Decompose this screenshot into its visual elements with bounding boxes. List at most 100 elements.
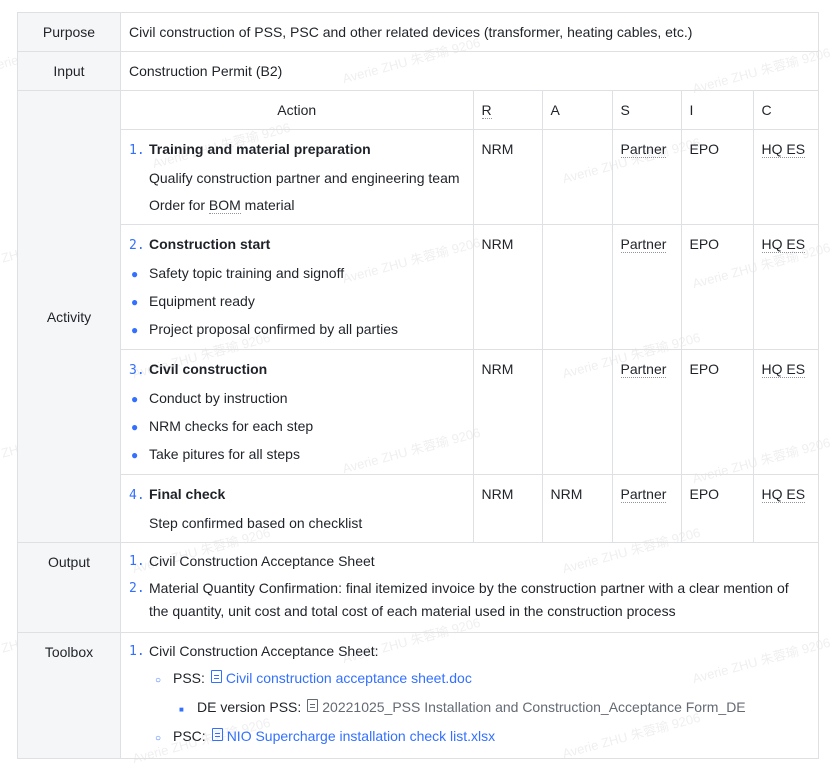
list-item: ● Equipment ready — [129, 292, 465, 311]
list-item: ● Take pitures for all steps — [129, 445, 465, 464]
step-title: Construction start — [149, 236, 271, 252]
bullet-icon: ● — [131, 267, 139, 281]
input-value: Construction Permit (B2) — [129, 63, 283, 79]
bullet-text: Conduct by instruction — [149, 390, 288, 406]
header-c: C — [752, 91, 819, 130]
item-number: 1. — [129, 554, 145, 569]
list-item: 2. Material Quantity Confirmation: final … — [129, 577, 810, 623]
item-number: 1. — [129, 644, 145, 659]
list-item: ● Conduct by instruction — [129, 389, 465, 408]
step-number: 2. — [129, 238, 145, 253]
step-2-r: NRM — [472, 224, 543, 350]
bullet-icon: ● — [131, 448, 139, 462]
partner-text: Partner — [620, 141, 667, 158]
step-1-s: Partner — [611, 129, 682, 225]
bullet-text: Take pitures for all steps — [149, 446, 300, 462]
square-bullet-icon: ■ — [179, 705, 184, 714]
header-r: R — [472, 91, 543, 130]
document-icon — [210, 670, 222, 683]
step-line: Qualify construction partner and enginee… — [149, 170, 460, 186]
hq-es-text: HQ ES — [761, 486, 806, 503]
purpose-value: Civil construction of PSS, PSC and other… — [129, 24, 693, 40]
header-action: Action — [121, 91, 474, 130]
document-icon — [211, 728, 223, 741]
list-item: ■ DE version PSS: 20221025_PSS Installat… — [179, 696, 810, 721]
hq-es-text: HQ ES — [761, 236, 806, 253]
bullet-icon: ● — [131, 323, 139, 337]
toolbox-content: 1. Civil Construction Acceptance Sheet: ○… — [120, 632, 819, 759]
pss-doc-link[interactable]: Civil construction acceptance sheet.doc — [226, 667, 472, 690]
process-table: Purpose Civil construction of PSS, PSC a… — [17, 12, 819, 759]
psc-checklist-link[interactable]: NIO Supercharge installation check list.… — [227, 725, 495, 748]
purpose-label: Purpose — [17, 12, 121, 52]
step-2-s: Partner — [611, 224, 682, 350]
step-4-i: EPO — [680, 474, 754, 542]
step-3-r: NRM — [472, 349, 543, 475]
step-line-text: Order for — [149, 197, 209, 213]
output-row: Output 1. Civil Construction Acceptance S… — [17, 542, 819, 633]
item-text: Material Quantity Confirmation: final it… — [149, 580, 789, 619]
item-text: Civil Construction Acceptance Sheet — [149, 553, 375, 569]
table-row: 4. Final check Step confirmed based on ch… — [121, 474, 819, 542]
table-row: 1. Training and material preparation Qual… — [121, 129, 819, 225]
step-line: Order for BOM material — [129, 196, 465, 214]
bullet-icon: ● — [131, 295, 139, 309]
activity-content: Action R A S I C 1. Training and material… — [120, 90, 819, 543]
de-doc-link[interactable]: 20221025_PSS Installation and Constructi… — [322, 696, 745, 719]
toolbox-row: Toolbox 1. Civil Construction Acceptance … — [17, 632, 819, 759]
step-number: 4. — [129, 488, 145, 503]
step-1-c: HQ ES — [752, 129, 819, 225]
step-3-a — [541, 349, 613, 475]
step-2-action: 2. Construction start ● Safety topic train… — [121, 224, 474, 350]
item-number: 2. — [129, 581, 145, 596]
step-line: Step confirmed based on checklist — [149, 515, 363, 531]
bullet-text: NRM checks for each step — [149, 418, 314, 434]
step-4-a: NRM — [541, 474, 613, 542]
step-1-a — [541, 129, 613, 225]
step-number: 1. — [129, 143, 145, 158]
table-row: 2. Construction start ● Safety topic train… — [121, 224, 819, 350]
raci-header-row: Action R A S I C — [121, 91, 819, 130]
step-4-c: HQ ES — [752, 474, 819, 542]
psc-label: PSC: — [173, 728, 206, 744]
bullet-icon: ● — [131, 392, 139, 406]
list-item: ○ PSC: NIO Supercharge installation chec… — [155, 725, 810, 750]
input-label: Input — [17, 51, 121, 91]
hollow-bullet-icon: ○ — [155, 675, 162, 686]
header-a: A — [541, 91, 613, 130]
step-3-c: HQ ES — [752, 349, 819, 475]
step-4-action: 4. Final check Step confirmed based on ch… — [121, 474, 474, 542]
step-title: Training and material preparation — [149, 141, 371, 157]
output-content: 1. Civil Construction Acceptance Sheet 2.… — [120, 542, 819, 633]
partner-text: Partner — [620, 236, 667, 253]
header-s: S — [611, 91, 682, 130]
header-r-text: R — [481, 102, 492, 119]
step-2-i: EPO — [680, 224, 754, 350]
step-1-r: NRM — [472, 129, 543, 225]
input-text: Construction Permit (B2) — [120, 51, 819, 91]
step-3-action: 3. Civil construction ● Conduct by instruc… — [121, 349, 474, 475]
partner-text: Partner — [620, 486, 667, 503]
input-row: Input Construction Permit (B2) — [17, 51, 819, 91]
step-4-s: Partner — [611, 474, 682, 542]
de-label: DE version PSS: — [197, 699, 302, 715]
bullet-text: Project proposal confirmed by all partie… — [149, 321, 399, 337]
activity-label: Activity — [17, 90, 121, 543]
step-1-action: 1. Training and material preparation Qual… — [121, 129, 474, 225]
bullet-icon: ● — [131, 420, 139, 434]
document-icon — [307, 699, 319, 712]
list-item: ● Safety topic training and signoff — [129, 264, 465, 283]
step-4-r: NRM — [472, 474, 543, 542]
step-number: 3. — [129, 363, 145, 378]
list-item: 1. Civil Construction Acceptance Sheet: — [129, 640, 810, 663]
step-2-c: HQ ES — [752, 224, 819, 350]
header-i: I — [680, 91, 754, 130]
step-line-text: material — [240, 197, 295, 213]
step-1-i: EPO — [680, 129, 754, 225]
table-row: 3. Civil construction ● Conduct by instruc… — [121, 349, 819, 475]
bom-term: BOM — [208, 197, 241, 214]
partner-text: Partner — [620, 361, 667, 378]
step-3-i: EPO — [680, 349, 754, 475]
list-item: ● Project proposal confirmed by all parti… — [129, 320, 465, 339]
step-2-a — [541, 224, 613, 350]
